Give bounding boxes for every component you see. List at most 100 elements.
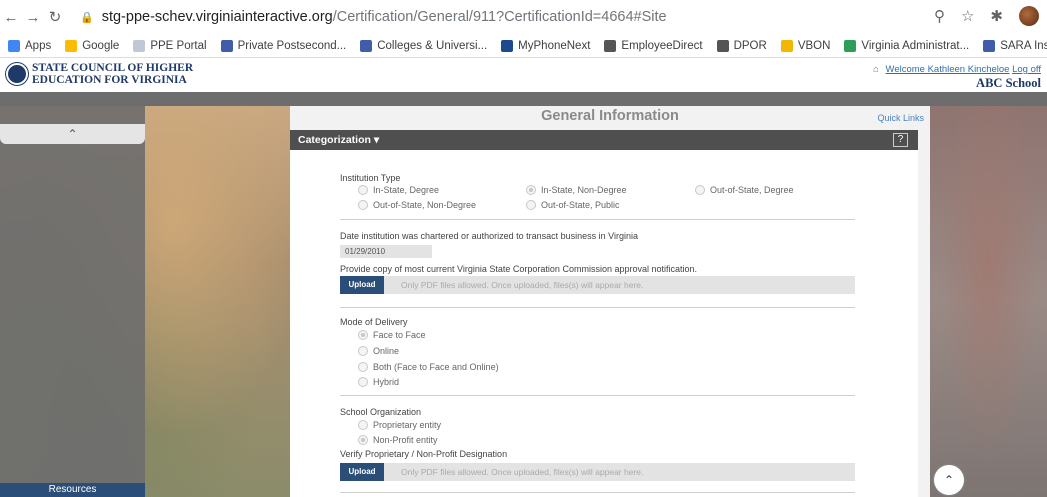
bookmarks-bar: Apps Google PPE Portal Private Postsecond..… <box>0 34 1047 58</box>
bookmark-item[interactable]: Virginia Administrat... <box>844 39 970 52</box>
radio-selected-icon <box>358 330 368 340</box>
radio-icon <box>358 377 368 387</box>
bookmark-item[interactable]: DPOR <box>716 39 767 52</box>
designation-upload-hint: Only PDF files allowed. Once uploaded, f… <box>401 467 644 477</box>
url-host: stg-ppe-schev.virginiainteractive.org <box>101 9 333 25</box>
logoff-link[interactable]: Log off <box>1012 64 1041 75</box>
logo-line-1: STATE COUNCIL OF HIGHER <box>32 62 194 74</box>
quick-links-link[interactable]: Quick Links <box>877 113 924 123</box>
institution-type-label: Institution Type <box>340 173 401 183</box>
radio-icon <box>358 362 368 372</box>
bookmark-item[interactable]: PPE Portal <box>133 39 207 52</box>
zoom-icon[interactable]: ⚲ <box>934 7 945 25</box>
header-divider <box>0 92 1047 106</box>
radio-both[interactable]: Both (Face to Face and Online) <box>358 362 499 372</box>
scc-upload-row: Upload Only PDF files allowed. Once uplo… <box>340 276 855 294</box>
bookmark-item[interactable]: Colleges & Universi... <box>360 39 487 52</box>
bookmark-favicon-icon <box>604 39 617 52</box>
delivery-mode-label: Mode of Delivery <box>340 317 408 327</box>
scroll-to-top-button[interactable]: ⌃ <box>934 465 964 495</box>
bookmark-favicon-icon <box>716 39 729 52</box>
reload-icon[interactable]: ↻ <box>44 8 66 26</box>
categorization-header[interactable]: Categorization ▾ ? <box>290 130 918 150</box>
bookmark-star-icon[interactable]: ☆ <box>961 7 974 25</box>
divider <box>340 395 855 396</box>
resources-tab[interactable]: Resources <box>0 483 145 497</box>
forward-icon[interactable]: → <box>22 9 44 26</box>
radio-hybrid[interactable]: Hybrid <box>358 377 399 387</box>
home-icon[interactable]: ⌂ <box>873 64 879 75</box>
designation-upload-row: Upload Only PDF files allowed. Once uplo… <box>340 463 855 481</box>
verify-designation-label: Verify Proprietary / Non-Profit Designat… <box>340 449 508 459</box>
bookmark-item[interactable]: EmployeeDirect <box>604 39 703 52</box>
radio-icon <box>526 200 536 210</box>
seal-icon <box>6 63 28 85</box>
bookmark-label: VBON <box>797 39 831 52</box>
radio-proprietary[interactable]: Proprietary entity <box>358 420 441 430</box>
bookmark-label: Private Postsecond... <box>237 39 347 52</box>
divider <box>340 492 855 493</box>
radio-in-state-degree[interactable]: In-State, Degree <box>358 185 439 195</box>
categorization-form: Institution Type In-State, Degree In-Sta… <box>290 150 918 497</box>
radio-face-to-face[interactable]: Face to Face <box>358 330 426 340</box>
bookmark-label: SARA Institutions <box>1000 39 1047 52</box>
radio-icon <box>358 420 368 430</box>
scc-upload-hint: Only PDF files allowed. Once uploaded, f… <box>401 280 644 290</box>
bookmark-item[interactable]: SARA Institutions <box>983 39 1047 52</box>
url-path: /Certification/General/911?Certification… <box>332 9 667 25</box>
scc-upload-button[interactable]: Upload <box>340 276 384 294</box>
radio-out-of-state-public[interactable]: Out-of-State, Public <box>526 200 620 210</box>
bookmark-item[interactable]: VBON <box>780 39 831 52</box>
radio-online[interactable]: Online <box>358 346 399 356</box>
bookmark-label: Virginia Administrat... <box>861 39 970 52</box>
bookmark-favicon-icon <box>983 39 996 52</box>
address-bar[interactable]: 🔒 stg-ppe-schev.virginiainteractive.org … <box>80 9 667 25</box>
bookmark-item[interactable]: Private Postsecond... <box>220 39 347 52</box>
bookmark-item[interactable]: Apps <box>8 39 52 52</box>
bookmark-item[interactable]: MyPhoneNext <box>501 39 591 52</box>
bookmark-label: EmployeeDirect <box>621 39 703 52</box>
radio-out-of-state-non-degree[interactable]: Out-of-State, Non-Degree <box>358 200 476 210</box>
sidebar-collapse-button[interactable]: ⌃ <box>0 124 145 144</box>
divider <box>340 307 855 308</box>
chartered-date-input[interactable]: 01/29/2010 <box>340 245 432 258</box>
bookmark-favicon-icon <box>501 39 514 52</box>
radio-non-profit[interactable]: Non-Profit entity <box>358 435 438 445</box>
radio-icon <box>358 346 368 356</box>
bookmark-favicon-icon <box>844 39 857 52</box>
bookmark-label: DPOR <box>733 39 767 52</box>
lock-icon: 🔒 <box>80 11 94 24</box>
radio-icon <box>695 185 705 195</box>
logo-line-2: EDUCATION FOR VIRGINIA <box>32 74 187 86</box>
designation-upload-button[interactable]: Upload <box>340 463 384 481</box>
help-icon[interactable]: ? <box>893 133 908 147</box>
radio-icon <box>358 185 368 195</box>
bookmark-favicon-icon <box>133 39 146 52</box>
school-organization-label: School Organization <box>340 407 422 417</box>
bookmark-favicon-icon <box>65 39 78 52</box>
extensions-icon[interactable]: ✱ <box>990 7 1003 25</box>
bookmark-label: Google <box>82 39 120 52</box>
radio-selected-icon <box>358 435 368 445</box>
bookmark-favicon-icon <box>780 39 793 52</box>
schev-logo[interactable]: STATE COUNCIL OF HIGHER EDUCATION FOR VI… <box>6 62 193 86</box>
bookmark-favicon-icon <box>8 39 20 52</box>
main-content: General Information Quick Links Categori… <box>290 106 930 497</box>
welcome-link[interactable]: Welcome Kathleen Kincheloe <box>886 64 1010 75</box>
bookmark-label: Apps <box>25 39 52 52</box>
back-icon[interactable]: ← <box>0 9 22 26</box>
radio-out-of-state-degree[interactable]: Out-of-State, Degree <box>695 185 794 195</box>
categorization-title: Categorization ▾ <box>298 134 380 146</box>
radio-icon <box>358 200 368 210</box>
scc-approval-label: Provide copy of most current Virginia St… <box>340 264 698 274</box>
bookmark-item[interactable]: Google <box>65 39 120 52</box>
bookmark-label: MyPhoneNext <box>518 39 591 52</box>
divider <box>340 219 855 220</box>
browser-toolbar: ← → ↻ 🔒 stg-ppe-schev.virginiainteractiv… <box>0 0 1047 34</box>
radio-in-state-non-degree[interactable]: In-State, Non-Degree <box>526 185 627 195</box>
bookmark-favicon-icon <box>360 39 373 52</box>
sidebar: ⌃ Resources <box>0 106 145 497</box>
site-header: STATE COUNCIL OF HIGHER EDUCATION FOR VI… <box>0 58 1047 92</box>
background-photo-right <box>930 106 1047 497</box>
profile-avatar[interactable] <box>1019 6 1039 26</box>
